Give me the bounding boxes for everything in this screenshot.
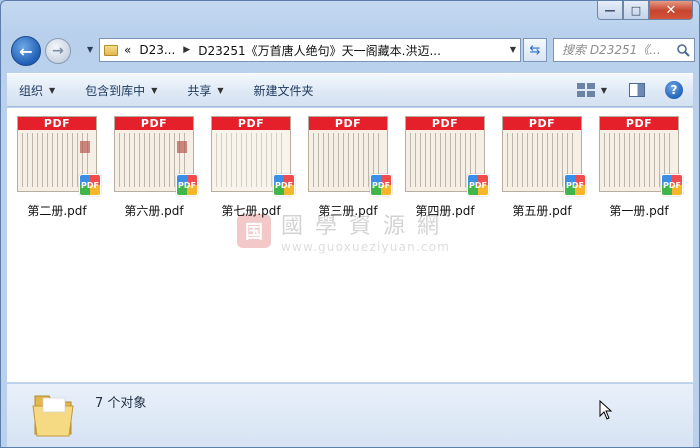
search-input[interactable] [562,43,674,57]
organize-label: 组织 [19,83,44,98]
refresh-button[interactable]: ⇆ [523,38,547,62]
file-item[interactable]: PDF PDF 第四册.pdf [399,116,491,219]
pdf-file-icon: PDF [370,174,392,196]
item-count: 7 个对象 [95,396,147,411]
pdf-thumbnail: PDF PDF [500,116,586,196]
maximize-button[interactable]: □ [623,1,649,20]
pdf-banner: PDF [503,117,581,130]
watermark-url: www.guoxueziyuan.com [281,240,451,254]
organize-menu[interactable]: 组织 ▼ [19,82,55,99]
pdf-thumbnail: PDF PDF [597,116,683,196]
pdf-file-icon: PDF [79,174,101,196]
view-options-caret-icon[interactable]: ▼ [601,86,607,95]
window-controls: — □ ✕ [597,1,693,20]
folder-icon [104,44,118,56]
pdf-banner: PDF [406,117,484,130]
caret-down-icon: ▼ [151,85,158,95]
address-row: ← → ▼ « D23... ▶ D23251《万首唐人绝句》天一阁藏本.洪迈.… [7,35,695,66]
file-item[interactable]: PDF PDF 第三册.pdf [302,116,394,219]
breadcrumb-overflow[interactable]: « [124,43,131,57]
pdf-file-icon: PDF [176,174,198,196]
pdf-file-icon: PDF [564,174,586,196]
search-box[interactable] [553,38,695,62]
include-in-library-menu[interactable]: 包含到库中 ▼ [85,82,157,99]
share-menu[interactable]: 共享 ▼ [187,82,223,99]
pdf-file-icon: PDF [273,174,295,196]
close-button[interactable]: ✕ [649,1,693,20]
pdf-thumbnail: PDF PDF [306,116,392,196]
address-dropdown-icon[interactable]: ▼ [510,45,516,54]
new-folder-label: 新建文件夹 [253,83,314,98]
preview-pane-icon[interactable] [629,83,645,97]
pdf-file-icon: PDF [467,174,489,196]
file-name[interactable]: 第三册.pdf [318,202,377,219]
search-icon[interactable] [676,43,690,57]
details-pane: 7 个对象 [7,384,693,447]
include-library-label: 包含到库中 [85,83,146,98]
change-view-icon[interactable] [576,83,595,97]
command-bar: 组织 ▼ 包含到库中 ▼ 共享 ▼ 新建文件夹 ▼ ? [7,73,693,107]
pdf-banner: PDF [18,117,96,130]
file-item[interactable]: PDF PDF 第二册.pdf [11,116,103,219]
toolbar-right: ▼ ? [576,81,683,99]
arrow-right-icon: → [52,43,64,59]
file-item[interactable]: PDF PDF 第一册.pdf [593,116,685,219]
pdf-banner: PDF [309,117,387,130]
file-name[interactable]: 第二册.pdf [27,202,86,219]
file-name[interactable]: 第七册.pdf [221,202,280,219]
explorer-window: — □ ✕ ← → ▼ « D23... ▶ D23251《万首唐人绝句》天一阁… [0,0,700,448]
pdf-thumbnail: PDF PDF [112,116,198,196]
address-bar[interactable]: « D23... ▶ D23251《万首唐人绝句》天一阁藏本.洪迈... ▼ [99,38,521,62]
pdf-banner: PDF [212,117,290,130]
file-item[interactable]: PDF PDF 第五册.pdf [496,116,588,219]
file-name[interactable]: 第四册.pdf [415,202,474,219]
pdf-thumbnail: PDF PDF [15,116,101,196]
watermark-seal: 国 [237,214,271,248]
pdf-thumbnail: PDF PDF [403,116,489,196]
forward-button[interactable]: → [45,38,71,64]
back-button[interactable]: ← [11,36,41,66]
file-name[interactable]: 第六册.pdf [124,202,183,219]
recent-pages-dropdown[interactable]: ▼ [87,45,93,54]
pdf-file-icon: PDF [661,174,683,196]
file-name[interactable]: 第五册.pdf [512,202,571,219]
pdf-thumbnail: PDF PDF [209,116,295,196]
help-icon[interactable]: ? [665,81,683,99]
new-folder-button[interactable]: 新建文件夹 [254,82,314,99]
file-item[interactable]: PDF PDF 第六册.pdf [108,116,200,219]
pdf-banner: PDF [115,117,193,130]
refresh-icon: ⇆ [529,42,541,58]
mouse-cursor-icon [599,400,613,420]
breadcrumb-item-current[interactable]: D23251《万首唐人绝句》天一阁藏本.洪迈... [198,42,441,59]
breadcrumb-item-parent[interactable]: D23... [139,43,175,57]
pdf-banner: PDF [600,117,678,130]
caret-down-icon: ▼ [49,85,56,95]
breadcrumb-separator-icon[interactable]: ▶ [183,45,190,55]
folder-icon [32,395,74,437]
file-name[interactable]: 第一册.pdf [609,202,668,219]
minimize-button[interactable]: — [597,1,623,20]
file-list[interactable]: 国 國學資源網 www.guoxueziyuan.com PDF PDF 第二册… [7,108,693,383]
arrow-left-icon: ← [19,41,33,61]
file-item[interactable]: PDF PDF 第七册.pdf [205,116,297,219]
caret-down-icon: ▼ [217,85,224,95]
share-label: 共享 [187,83,212,98]
